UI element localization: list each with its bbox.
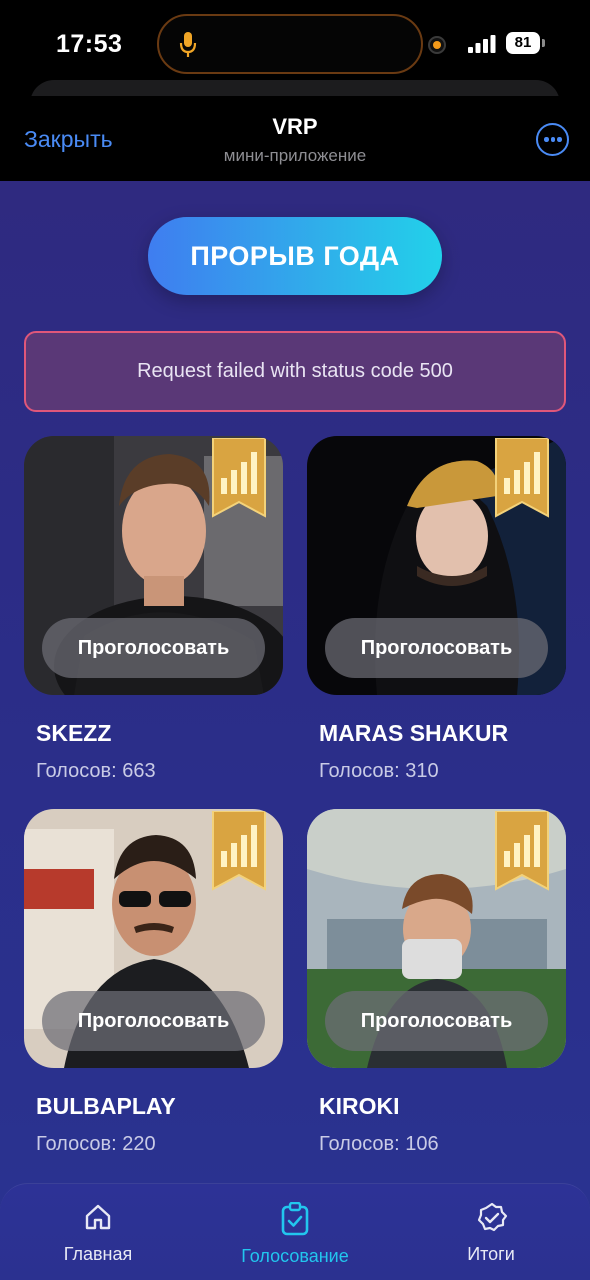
- candidate-name: BULBAPLAY: [36, 1093, 176, 1119]
- category-title: ПРОРЫВ ГОДА: [148, 217, 442, 295]
- candidate-votes: Голосов: 663: [36, 760, 156, 782]
- bottom-nav: Главная Голосование Итоги: [0, 1183, 590, 1280]
- candidate-card: Проголосовать MARAS SHAKUR Голосов: 310: [307, 436, 566, 782]
- vote-button[interactable]: Проголосовать: [325, 618, 548, 678]
- error-message: Request failed with status code 500: [24, 331, 566, 412]
- signal-icon: [468, 35, 496, 53]
- trophy-badge-icon: [495, 811, 549, 891]
- nav-item-home[interactable]: Главная: [40, 1184, 156, 1280]
- nav-label: Итоги: [467, 1244, 515, 1264]
- nav-item-voting[interactable]: Голосование: [220, 1184, 370, 1280]
- app-subtitle: мини-приложение: [223, 146, 367, 165]
- battery-icon: 81: [506, 32, 545, 54]
- trophy-badge-icon: [495, 438, 549, 518]
- orange-dot-icon: [428, 36, 446, 54]
- nav-label: Главная: [63, 1244, 133, 1264]
- vote-button[interactable]: Проголосовать: [42, 618, 265, 678]
- dynamic-island: [157, 14, 423, 74]
- candidate-votes: Голосов: 106: [319, 1133, 439, 1155]
- status-bar: 17:53 81: [0, 0, 590, 90]
- nav-item-results[interactable]: Итоги: [445, 1184, 537, 1280]
- clipboard-check-icon: [281, 1202, 309, 1236]
- trophy-badge-icon: [212, 438, 266, 518]
- nav-label: Голосование: [241, 1246, 349, 1266]
- vote-button[interactable]: Проголосовать: [325, 991, 548, 1051]
- more-icon[interactable]: [536, 123, 569, 156]
- mini-app-header: Закрыть VRP мини-приложение: [0, 96, 590, 181]
- trophy-badge-icon: [212, 811, 266, 891]
- candidate-card: Проголосовать SKEZZ Голосов: 663: [24, 436, 283, 782]
- candidate-card: Проголосовать BULBAPLAY Голосов: 220: [24, 809, 283, 1155]
- candidate-votes: Голосов: 220: [36, 1133, 156, 1155]
- candidate-photo: Проголосовать: [24, 809, 283, 1068]
- candidate-card: Проголосовать KIROKI Голосов: 106: [307, 809, 566, 1155]
- candidate-name: SKEZZ: [36, 720, 112, 746]
- vote-button[interactable]: Проголосовать: [42, 991, 265, 1051]
- candidate-photo: Проголосовать: [307, 436, 566, 695]
- home-icon: [85, 1204, 111, 1230]
- check-badge-icon: [477, 1202, 508, 1232]
- candidate-photo: Проголосовать: [307, 809, 566, 1068]
- candidate-votes: Голосов: 310: [319, 760, 439, 782]
- app-content: ПРОРЫВ ГОДА Request failed with status c…: [0, 181, 590, 1280]
- app-title: VRP: [272, 114, 318, 139]
- candidate-name: KIROKI: [319, 1093, 400, 1119]
- status-time: 17:53: [56, 30, 123, 58]
- candidate-name: MARAS SHAKUR: [319, 720, 509, 746]
- candidate-photo: Проголосовать: [24, 436, 283, 695]
- mic-icon: [179, 32, 197, 57]
